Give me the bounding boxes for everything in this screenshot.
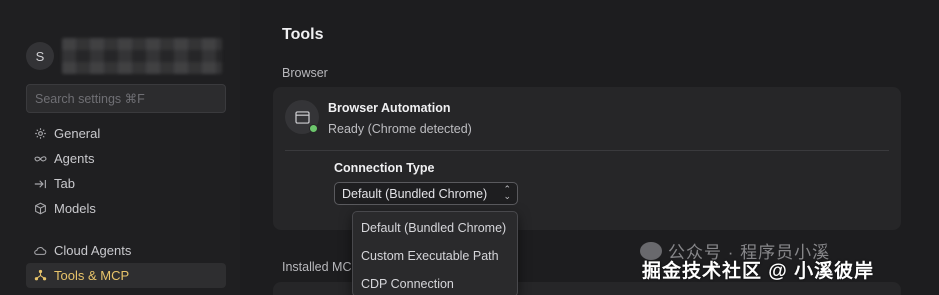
- divider: [285, 150, 889, 151]
- status-indicator-dot: [309, 124, 318, 133]
- sidebar-item-label: Tab: [54, 176, 75, 191]
- settings-window: S General Agents Tab: [0, 0, 939, 295]
- avatar: S: [26, 42, 54, 70]
- sidebar-item-general[interactable]: General: [26, 121, 226, 146]
- sidebar-item-label: Tools & MCP: [54, 268, 130, 283]
- dropdown-option-default[interactable]: Default (Bundled Chrome): [353, 214, 517, 242]
- sidebar-item-label: Cloud Agents: [54, 243, 132, 258]
- dropdown-option-custom-path[interactable]: Custom Executable Path: [353, 242, 517, 270]
- chevron-updown-icon: ⌃ ⌄: [503, 184, 511, 201]
- select-value: Default (Bundled Chrome): [342, 186, 488, 201]
- sidebar-item-cloud-agents[interactable]: Cloud Agents: [26, 238, 226, 263]
- search-input[interactable]: [26, 84, 226, 113]
- section-heading-browser: Browser: [282, 66, 328, 80]
- sidebar-item-agents[interactable]: Agents: [26, 146, 226, 171]
- tools-icon: [32, 268, 48, 284]
- browser-automation-card: Browser Automation Ready (Chrome detecte…: [273, 87, 901, 230]
- sidebar-item-label: Agents: [54, 151, 95, 166]
- cube-icon: [32, 201, 48, 217]
- sidebar-item-models[interactable]: Models: [26, 196, 226, 221]
- connection-type-label: Connection Type: [334, 161, 435, 175]
- connection-type-dropdown: Default (Bundled Chrome) Custom Executab…: [352, 211, 518, 295]
- sidebar-item-tools-mcp[interactable]: Tools & MCP: [26, 263, 226, 288]
- sidebar: S General Agents Tab: [0, 0, 240, 295]
- user-profile[interactable]: S: [26, 38, 222, 74]
- dropdown-option-cdp[interactable]: CDP Connection: [353, 270, 517, 295]
- sidebar-nav-secondary: Cloud Agents Tools & MCP: [26, 238, 226, 288]
- main-content: Tools Browser Browser Automation Ready (…: [240, 0, 939, 295]
- gear-icon: [32, 126, 48, 142]
- page-title: Tools: [282, 26, 324, 43]
- infinity-icon: [32, 151, 48, 167]
- sidebar-nav-primary: General Agents Tab Models: [26, 121, 226, 221]
- sidebar-item-label: Models: [54, 201, 96, 216]
- connection-type-select[interactable]: Default (Bundled Chrome) ⌃ ⌄: [334, 182, 518, 205]
- section-heading-installed-mcp: Installed MC: [282, 260, 352, 274]
- blurred-username: [62, 38, 222, 74]
- sidebar-item-label: General: [54, 126, 101, 141]
- card-title: Browser Automation: [328, 101, 451, 115]
- tab-arrow-icon: [32, 176, 48, 192]
- cloud-icon: [32, 243, 48, 259]
- status-text: Ready (Chrome detected): [328, 122, 472, 136]
- sidebar-item-tab[interactable]: Tab: [26, 171, 226, 196]
